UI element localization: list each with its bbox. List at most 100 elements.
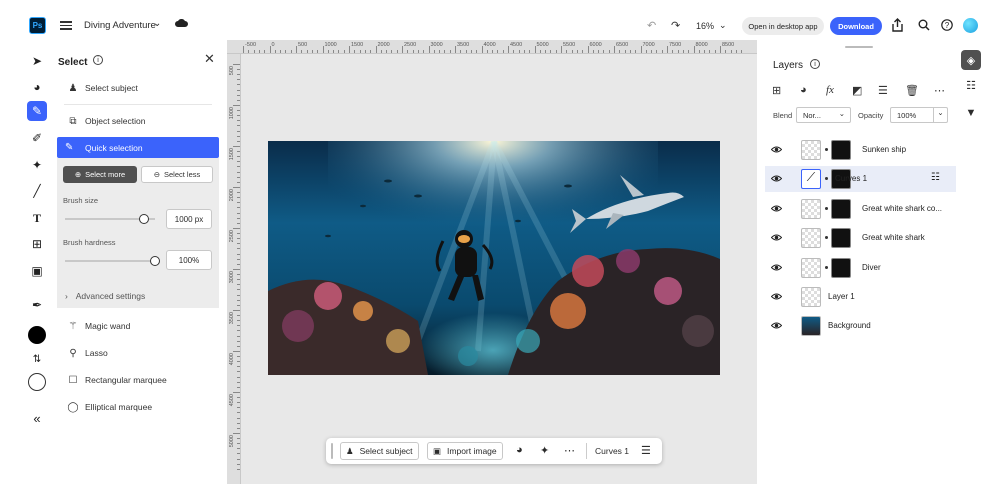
elliptical-marquee-item[interactable]: ◯ Elliptical marquee xyxy=(57,396,219,418)
close-icon[interactable]: ✕ xyxy=(204,51,215,67)
ruler-tick-label: -500 xyxy=(245,42,257,48)
background-color-swatch[interactable] xyxy=(28,373,46,391)
search-icon[interactable] xyxy=(918,19,930,31)
foreground-color-swatch[interactable] xyxy=(28,326,46,344)
brush-hardness-slider[interactable] xyxy=(65,260,155,262)
swap-colors-icon[interactable]: ⇅ xyxy=(27,349,47,369)
brush-size-input[interactable]: 1000 px xyxy=(166,209,212,229)
visibility-eye-icon[interactable] xyxy=(771,292,782,301)
layer-row[interactable]: Diver xyxy=(765,255,956,281)
ruler-tick-label: 500 xyxy=(298,42,308,48)
layer-row[interactable]: ⟋ ☷ Curves 1 xyxy=(765,166,956,192)
chevron-down-icon[interactable]: ⌄ xyxy=(719,20,727,31)
more-icon[interactable]: ⋯ xyxy=(564,444,575,457)
chevron-down-icon[interactable]: ⌄ xyxy=(153,18,161,29)
layer-row[interactable]: Great white shark co... xyxy=(765,196,956,222)
stack-icon[interactable]: ☰ xyxy=(878,84,888,97)
visibility-eye-icon[interactable] xyxy=(771,174,782,183)
share-icon[interactable] xyxy=(891,18,904,32)
zoom-level[interactable]: 16% xyxy=(696,21,714,31)
redo-icon[interactable]: ↷ xyxy=(671,19,680,32)
canvas-area[interactable]: -500 0 500 1000 1500 2000 2500 3000 3500 4000 4500… xyxy=(227,40,757,484)
blend-mode-select[interactable]: Nor... ⌄ xyxy=(796,107,851,123)
brush-size-slider-handle[interactable] xyxy=(139,214,150,224)
select-less-button[interactable]: ⊖ Select less xyxy=(141,166,213,183)
visibility-eye-icon[interactable] xyxy=(771,204,782,213)
visibility-eye-icon[interactable] xyxy=(771,263,782,272)
layer-row[interactable]: Sunken ship xyxy=(765,137,956,163)
move-tool-icon[interactable]: ➤ xyxy=(27,51,47,71)
layers-panel: Layers i ⊞ ◕ fx ◩ ☰ 🗑 ⋯ Blend Nor... ⌄ O… xyxy=(757,44,956,484)
adjustment-icon[interactable]: ◕ xyxy=(516,444,523,456)
item-label: Object selection xyxy=(85,116,146,126)
item-label: Magic wand xyxy=(85,321,131,331)
download-button[interactable]: Download xyxy=(830,17,882,35)
import-image-button[interactable]: ▣ Import image xyxy=(427,442,503,460)
ps-logo[interactable]: Ps xyxy=(29,17,46,34)
brush-tool-icon[interactable]: ╱ xyxy=(27,181,47,201)
link-icon[interactable] xyxy=(825,266,828,269)
link-icon[interactable] xyxy=(825,207,828,210)
crop-tool-icon[interactable]: ⊞ xyxy=(27,234,47,254)
visibility-eye-icon[interactable] xyxy=(771,321,782,330)
link-icon[interactable] xyxy=(825,177,828,180)
layer-row[interactable]: Background xyxy=(765,313,956,339)
layers-panel-icon[interactable]: ◈ xyxy=(961,50,981,70)
fx-icon[interactable]: fx xyxy=(826,84,834,96)
undo-icon[interactable]: ↶ xyxy=(647,19,656,32)
document-title[interactable]: Diving Adventure xyxy=(84,20,156,31)
hamburger-menu-icon[interactable] xyxy=(60,19,72,31)
layer-mask-thumbnail[interactable] xyxy=(831,258,851,278)
visibility-eye-icon[interactable] xyxy=(771,145,782,154)
quick-selection-tool-icon[interactable]: ✎ xyxy=(27,101,47,121)
context-layer-name[interactable]: Curves 1 xyxy=(595,446,629,456)
mask-icon[interactable]: ◩ xyxy=(852,84,862,97)
select-more-button[interactable]: ⊕ Select more xyxy=(63,166,137,183)
canvas-image[interactable] xyxy=(268,141,720,375)
info-icon[interactable]: i xyxy=(810,59,820,69)
brush-hardness-input[interactable]: 100% xyxy=(166,250,212,270)
info-icon[interactable]: i xyxy=(93,55,103,65)
add-layer-icon[interactable]: ⊞ xyxy=(772,84,781,97)
type-tool-icon[interactable]: T xyxy=(27,208,47,228)
lasso-item[interactable]: ⚲ Lasso xyxy=(57,342,219,364)
visibility-eye-icon[interactable] xyxy=(771,233,782,242)
adjustment-properties-icon[interactable]: ☰ xyxy=(641,444,651,457)
delete-layer-icon[interactable]: 🗑 xyxy=(905,84,919,97)
generative-icon[interactable]: ✦ xyxy=(540,444,549,457)
layer-row[interactable]: Layer 1 xyxy=(765,284,956,310)
layer-mask-thumbnail[interactable] xyxy=(831,228,851,248)
avatar[interactable] xyxy=(963,18,978,33)
opacity-input[interactable]: 100% ⌄ xyxy=(890,107,948,123)
eyedropper-icon[interactable]: ✒ xyxy=(27,295,47,315)
adjust-tool-icon[interactable]: ◕ xyxy=(27,77,47,97)
cloud-icon[interactable] xyxy=(175,19,188,27)
quick-selection-item[interactable]: ✎ Quick selection xyxy=(57,137,219,158)
properties-panel-icon[interactable]: ☷ xyxy=(961,75,981,95)
place-image-icon[interactable]: ▣ xyxy=(27,261,47,281)
select-subject-button[interactable]: ♟ Select subject xyxy=(340,442,419,460)
comments-panel-icon[interactable]: ▼ xyxy=(961,103,981,123)
magic-wand-item[interactable]: ⚚ Magic wand xyxy=(57,315,219,337)
layer-row[interactable]: Great white shark xyxy=(765,225,956,251)
advanced-settings-toggle[interactable]: › Advanced settings xyxy=(65,291,145,301)
open-in-desktop-button[interactable]: Open in desktop app xyxy=(742,17,824,35)
more-icon[interactable]: ⋯ xyxy=(934,84,945,97)
adjustment-layer-icon[interactable]: ◕ xyxy=(800,84,807,96)
curves-adjustment-icon: ⟋ xyxy=(801,169,821,189)
select-subject-item[interactable]: ♟ Select subject xyxy=(57,77,219,99)
collapse-toolbar-icon[interactable]: « xyxy=(27,408,47,428)
object-selection-item[interactable]: ⧉ Object selection xyxy=(57,110,219,132)
layer-mask-thumbnail[interactable] xyxy=(831,140,851,160)
layer-mask-thumbnail[interactable] xyxy=(831,199,851,219)
healing-brush-icon[interactable]: ✐ xyxy=(27,128,47,148)
generative-fill-icon[interactable]: ✦ xyxy=(27,155,47,175)
ruler-tick-label: 2500 xyxy=(404,42,417,48)
link-icon[interactable] xyxy=(825,236,828,239)
link-icon[interactable] xyxy=(825,148,828,151)
brush-hardness-slider-handle[interactable] xyxy=(150,256,160,266)
help-icon[interactable]: ? xyxy=(941,19,953,31)
drag-handle[interactable] xyxy=(331,443,333,459)
panel-drag-handle[interactable] xyxy=(845,46,873,48)
rectangular-marquee-item[interactable]: ☐ Rectangular marquee xyxy=(57,369,219,391)
